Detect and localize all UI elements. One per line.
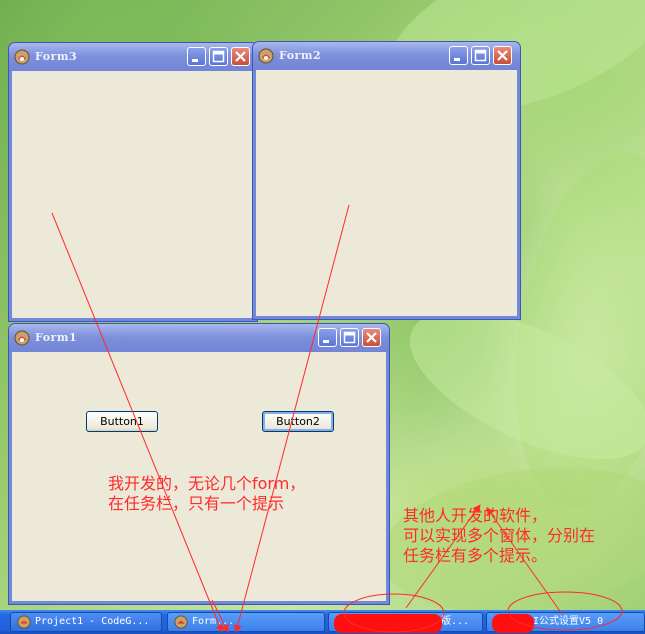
taskbar-item-label: Form... [192, 616, 235, 627]
maximize-button[interactable] [471, 46, 490, 65]
form3-client [12, 71, 254, 318]
taskbar-item-form[interactable]: Form... [167, 612, 325, 632]
app-icon [174, 615, 188, 629]
maximize-button[interactable] [209, 47, 228, 66]
form1-window[interactable]: Form1 Button1 Button2 [9, 324, 389, 604]
app-icon [14, 330, 30, 346]
annotation-right-line1: 其他人开发的软件， [403, 506, 548, 525]
form3-title: Form3 [35, 50, 78, 63]
app-icon [258, 48, 274, 64]
taskbar-item-project1[interactable]: Project1 - CodeG... [10, 612, 162, 632]
close-button[interactable] [362, 328, 381, 347]
button2[interactable]: Button2 [262, 411, 334, 432]
minimize-button[interactable] [318, 328, 337, 347]
taskbar: Project1 - CodeG... Form... 版... I公式设置V5… [0, 610, 645, 634]
redaction-mark [334, 614, 442, 633]
close-icon [366, 332, 377, 343]
form2-titlebar[interactable]: Form2 [253, 42, 520, 70]
minimize-button[interactable] [187, 47, 206, 66]
minimize-icon [323, 340, 329, 343]
minimize-icon [192, 59, 198, 62]
redaction-mark [492, 614, 534, 633]
maximize-icon [343, 331, 356, 344]
maximize-button[interactable] [340, 328, 359, 347]
close-button[interactable] [231, 47, 250, 66]
button1[interactable]: Button1 [86, 411, 158, 432]
form1-title: Form1 [35, 331, 78, 344]
form3-titlebar[interactable]: Form3 [9, 43, 257, 71]
maximize-icon [474, 49, 487, 62]
minimize-icon [454, 58, 460, 61]
annotation-left-line1: 我开发的，无论几个form， [108, 474, 306, 493]
annotation-right-line3: 任务栏有多个提示。 [403, 546, 548, 565]
app-icon [17, 615, 31, 629]
form2-title: Form2 [279, 49, 322, 62]
close-icon [235, 51, 246, 62]
form1-titlebar[interactable]: Form1 [9, 324, 389, 352]
form2-client [256, 70, 517, 316]
taskbar-item-label: 版... [441, 616, 470, 627]
close-button[interactable] [493, 46, 512, 65]
minimize-button[interactable] [449, 46, 468, 65]
taskbar-item-label: I公式设置V5 0 [533, 616, 604, 627]
taskbar-item-label: Project1 - CodeG... [35, 616, 150, 627]
annotation-left-line2: 在任务栏，只有一个提示 [108, 494, 285, 513]
annotation-right-line2: 可以实现多个窗体，分别在 [403, 526, 596, 545]
form3-window[interactable]: Form3 [9, 43, 257, 321]
app-icon [14, 49, 30, 65]
form2-window[interactable]: Form2 [253, 42, 520, 319]
close-icon [497, 50, 508, 61]
maximize-icon [212, 50, 225, 63]
